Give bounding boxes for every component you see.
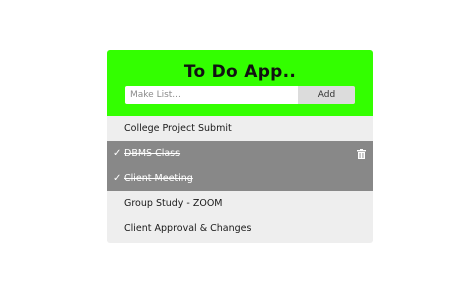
- todo-item-text: Client Approval & Changes: [124, 223, 252, 234]
- check-icon: ✓: [113, 173, 122, 184]
- todo-list: College Project Submit ✓ DBMS Class ✓ Cl…: [107, 116, 373, 241]
- app-title: To Do App..: [183, 62, 297, 82]
- todo-item-text: DBMS Class: [124, 148, 181, 159]
- add-button[interactable]: Add: [298, 86, 355, 104]
- check-icon: ✓: [113, 148, 122, 159]
- todo-item[interactable]: Client Approval & Changes: [107, 216, 373, 241]
- todo-item[interactable]: ✓ DBMS Class: [107, 141, 373, 166]
- todo-item-text: Client Meeting: [124, 173, 193, 184]
- todo-item-text: College Project Submit: [124, 123, 232, 134]
- make-list-input[interactable]: [125, 86, 298, 104]
- input-row: Add: [107, 86, 373, 104]
- trash-icon[interactable]: [357, 149, 366, 159]
- todo-item-text: Group Study - ZOOM: [124, 198, 223, 209]
- todo-item[interactable]: College Project Submit: [107, 116, 373, 141]
- todo-item[interactable]: Group Study - ZOOM: [107, 191, 373, 216]
- app-header: To Do App.. Add: [107, 50, 373, 116]
- todo-item[interactable]: ✓ Client Meeting: [107, 166, 373, 191]
- todo-app: To Do App.. Add College Project Submit ✓…: [107, 50, 373, 243]
